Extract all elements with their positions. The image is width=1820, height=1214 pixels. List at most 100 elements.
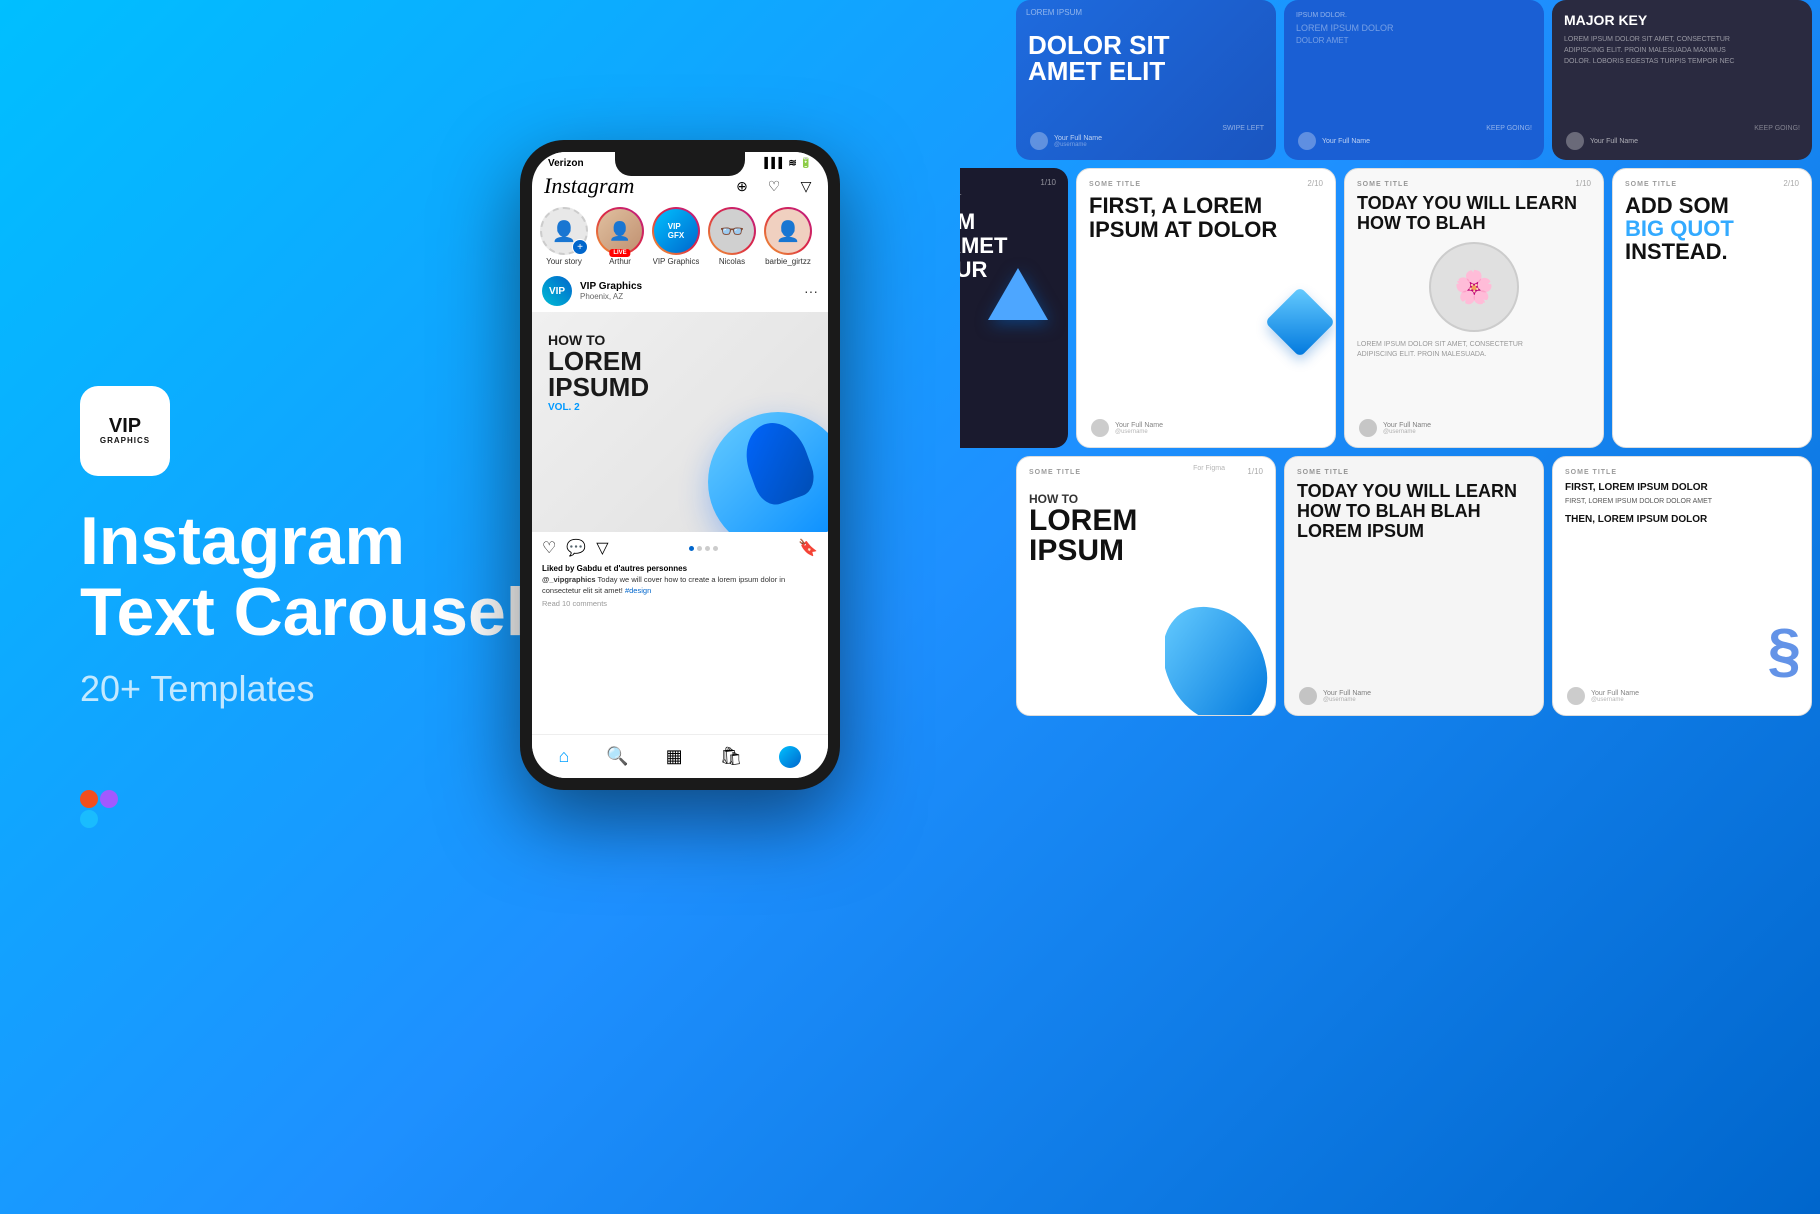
r2c2-big-text: FIRST, A LOREM IPSUM AT DOLOR [1089,194,1323,242]
r2c1-data-viz: Input1000 X10 Y10 Width1000 Input1000 [960,401,1056,413]
nicolas-label: Nicolas [719,257,745,266]
r2c2-name: Your Full Name [1115,422,1163,429]
r1c1-footer: Your Full Name @username [1030,132,1262,150]
like-icon[interactable]: ♡ [542,538,556,558]
r1c2-sub2: LOREM IPSUM DOLOR [1296,23,1532,33]
r1c2-sub3: DOLOR AMET [1296,36,1532,45]
r1c3-name: Your Full Name [1590,138,1638,145]
figma-dot-orange [80,790,98,808]
subtitle: 20+ Templates [80,668,530,710]
r1c3-avatar [1566,132,1584,150]
post-ipsumd: IPSUMD [548,374,649,400]
r1c1-name: Your Full Name @username [1054,135,1102,148]
phone-screen: Verizon ▌▌▌ ≋ 🔋 Instagram ⊕ ♡ ▽ 👤 + [532,152,828,778]
dot-1 [689,546,694,551]
card-r1c1: LOREM IPSUM DOLOR SIT AMET ELIT SWIPE LE… [1016,0,1276,160]
comment-icon[interactable]: 💬 [566,538,586,558]
your-story-avatar: 👤 + [540,207,588,255]
r2c2-sub: @username [1115,429,1163,435]
arthur-avatar: 👤 LIVE [596,207,644,255]
r2c2-footer: Your Full Name @username [1091,419,1321,437]
r1c3-keep: KEEP GOING! [1754,125,1800,132]
logo-graphics: GRAPHICS [100,436,150,445]
r3c3-text3: THEN, LOREM IPSUM DOLOR [1565,514,1799,525]
post-more-icon[interactable]: ··· [804,283,818,299]
r3c3-name: Your Full Name [1591,690,1639,697]
story-arthur[interactable]: 👤 LIVE Arthur [596,207,644,266]
nav-search-icon[interactable]: 🔍 [606,746,628,767]
r1c1-name-sub: @username [1054,142,1102,148]
story-your-story[interactable]: 👤 + Your story [540,207,588,266]
r2c3-name: Your Full Name [1383,422,1431,429]
carrier-text: Verizon [548,158,584,169]
add-post-icon[interactable]: ⊕ [732,176,752,196]
r1c2-name: Your Full Name [1322,138,1370,145]
left-panel: VIP GRAPHICS Instagram Text Carousel 20+… [80,0,530,1214]
r1c1-swipe: SWIPE LEFT [1222,125,1264,132]
r2c1-shape [988,268,1048,320]
r1c2-avatar [1298,132,1316,150]
nav-reels-icon[interactable]: ▦ [666,746,683,767]
r2c3-plant-image: 🌸 [1429,242,1519,332]
r2c2-avatar [1091,419,1109,437]
post-username: VIP Graphics [580,281,804,292]
instagram-logo: Instagram [544,173,634,199]
r3c2-footer: Your Full Name @username [1299,687,1529,705]
add-story-btn: + [572,239,588,255]
post-action-left: ♡ 💬 ▽ [542,538,609,558]
post-actions: ♡ 💬 ▽ 🔖 [532,532,828,564]
r3c2-name: Your Full Name [1323,690,1371,697]
r2c4-num: 2/10 [1783,179,1799,188]
figma-logo [80,790,530,828]
main-title: Instagram Text Carousel [80,506,530,649]
nav-profile-icon[interactable] [779,746,801,768]
r3c3-shape-s: § [1768,616,1801,685]
card-r2c3: SOME TITLE 1/10 TODAY YOU WILL LEARN HOW… [1344,168,1604,448]
arthur-label: Arthur [609,257,631,266]
share-icon[interactable]: ▽ [596,538,608,558]
caption-username: @_vipgraphics [542,575,596,584]
r3c1-num: 1/10 [1247,467,1263,476]
carousel-dots [689,546,718,551]
instagram-action-icons: ⊕ ♡ ▽ [732,176,816,196]
row-2-cards: SOME TITLE 1/10 LOREM IPSUM DOLOR DOLOR … [960,168,1812,448]
row-3-cards: SOME TITLE For Figma 1/10 HOW TO LOREM I… [1016,456,1812,716]
card-r3c3: SOME TITLE FIRST, LOREM IPSUM DOLOR FIRS… [1552,456,1812,716]
phone-outer: Verizon ▌▌▌ ≋ 🔋 Instagram ⊕ ♡ ▽ 👤 + [520,140,840,790]
post-image-content: HOW TO LOREM IPSUMD VOL. 2 [532,312,828,532]
barbie-avatar: 👤 [764,207,812,255]
r1c1-text: DOLOR SIT [1028,32,1264,58]
story-nicolas[interactable]: 👓 Nicolas [708,207,756,266]
post-comments: Read 10 comments [532,598,828,609]
r2c4-some-title: SOME TITLE [1625,181,1799,188]
post-caption: @_vipgraphics Today we will cover how to… [532,573,828,598]
dm-icon[interactable]: ▽ [796,176,816,196]
r1c3-text: LOREM IPSUM DOLOR SIT AMET, CONSECTETUR … [1564,34,1800,68]
stories-row: 👤 + Your story 👤 LIVE Arthur VIP [532,203,828,270]
r1c1-avatar [1030,132,1048,150]
r1c1-name-text: Your Full Name [1054,135,1102,142]
r2c2-some-title: SOME TITLE [1089,181,1323,188]
phone-notch [615,152,745,176]
story-vip-graphics[interactable]: VIPGFX VIP Graphics [652,207,700,266]
r2c3-sub: @username [1383,429,1431,435]
heart-icon[interactable]: ♡ [764,176,784,196]
r2c2-num: 2/10 [1307,179,1323,188]
r2c3-footer: Your Full Name @username [1359,419,1589,437]
nav-shop-icon[interactable]: 🛍 [720,746,743,767]
r2c3-lorem-text: LOREM IPSUM DOLOR SIT AMET, CONSECTETURA… [1357,340,1591,361]
r1c1-text2: AMET ELIT [1028,58,1264,84]
r2c4-blue-text: BIG QUOT [1625,216,1734,241]
r3c1-lorem: LOREM [1029,506,1263,536]
r1c1-subtitle: LOREM IPSUM [1026,8,1082,17]
r1c2-footer: Your Full Name [1298,132,1530,150]
nav-home-icon[interactable]: ⌂ [558,746,569,767]
post-header: VIP VIP Graphics Phoenix, AZ ··· [532,270,828,312]
figma-dot-purple [100,790,118,808]
caption-hashtag: #design [625,586,651,595]
r3c3-avatar [1567,687,1585,705]
post-lorem: LOREM [548,348,649,374]
r2c1-num: 1/10 [1040,178,1056,187]
story-barbie[interactable]: 👤 barbie_girtzz [764,207,812,266]
save-icon[interactable]: 🔖 [798,538,818,558]
